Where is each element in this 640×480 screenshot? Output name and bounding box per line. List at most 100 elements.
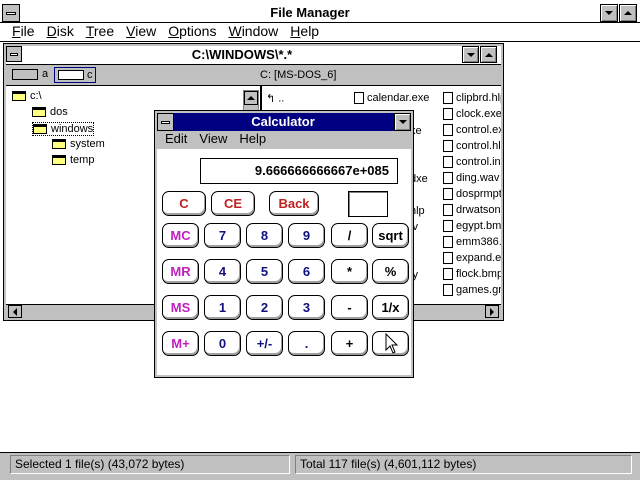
calculator-window: Calculator Edit View Help 9.666666666667…: [154, 110, 414, 378]
menu-tree[interactable]: Tree: [80, 23, 120, 41]
calc-button-ms[interactable]: MS: [162, 295, 199, 320]
calc-button-sign[interactable]: +/-: [246, 331, 283, 356]
menu-view[interactable]: View: [120, 23, 162, 41]
drive-c-selected[interactable]: c: [54, 67, 96, 83]
file-item-parent[interactable]: ↰..: [266, 92, 284, 105]
file-item[interactable]: calendar.exe: [354, 92, 429, 105]
file-item[interactable]: control.ini: [443, 156, 501, 169]
file-icon: [443, 236, 453, 249]
floppy-drive-icon[interactable]: [12, 69, 38, 80]
file-item[interactable]: control.exe: [443, 124, 501, 137]
file-item[interactable]: clipbrd.hlp: [443, 92, 501, 105]
file-icon: [443, 92, 453, 105]
file-icon: [443, 252, 453, 265]
memory-indicator: [348, 191, 388, 217]
calc-button-mr[interactable]: MR: [162, 259, 199, 284]
file-icon: [443, 204, 453, 217]
file-item[interactable]: expand.ex: [443, 252, 501, 265]
folder-icon: [52, 139, 66, 150]
file-icon: [443, 284, 453, 297]
drive-a-label[interactable]: a: [42, 68, 48, 80]
calc-button-add[interactable]: +: [331, 331, 368, 356]
calc-button-sub[interactable]: -: [331, 295, 368, 320]
mouse-cursor-icon: [385, 332, 399, 358]
calc-button-sqrt[interactable]: sqrt: [372, 223, 409, 248]
file-item[interactable]: drwatson.: [443, 204, 501, 217]
file-icon: [354, 92, 364, 105]
child-minimize-button[interactable]: [462, 46, 479, 63]
file-icon: [443, 188, 453, 201]
maximize-button[interactable]: [619, 4, 637, 22]
folder-icon: [12, 91, 26, 102]
tree-item-dos[interactable]: dos: [32, 106, 68, 118]
file-icon: [443, 156, 453, 169]
main-menu-bar: File Disk Tree View Options Window Help: [6, 23, 325, 41]
calc-button-ce[interactable]: CE: [211, 191, 255, 216]
calc-button-n4[interactable]: 4: [204, 259, 241, 284]
calc-button-n0[interactable]: 0: [204, 331, 241, 356]
calculator-minimize-button[interactable]: [394, 113, 411, 131]
calc-button-div[interactable]: /: [331, 223, 368, 248]
calc-button-recip[interactable]: 1/x: [372, 295, 409, 320]
menu-help[interactable]: Help: [284, 23, 325, 41]
drive-c-label: c: [87, 69, 93, 81]
calc-button-mc[interactable]: MC: [162, 223, 199, 248]
calc-button-n1[interactable]: 1: [204, 295, 241, 320]
child-maximize-button[interactable]: [480, 46, 497, 63]
file-icon: [443, 172, 453, 185]
calc-button-dot[interactable]: .: [288, 331, 325, 356]
calc-button-n2[interactable]: 2: [246, 295, 283, 320]
calc-button-back[interactable]: Back: [269, 191, 319, 216]
tree-item-system[interactable]: system: [52, 138, 105, 150]
menu-window[interactable]: Window: [222, 23, 284, 41]
file-item[interactable]: games.grp: [443, 284, 501, 297]
file-item[interactable]: emm386.e: [443, 236, 501, 249]
calc-menu-view[interactable]: View: [195, 131, 231, 149]
calc-button-n3[interactable]: 3: [288, 295, 325, 320]
hard-drive-icon: [58, 70, 84, 80]
calc-button-n9[interactable]: 9: [288, 223, 325, 248]
calc-button-c[interactable]: C: [162, 191, 206, 216]
file-icon: [443, 220, 453, 233]
calc-button-pct[interactable]: %: [372, 259, 409, 284]
file-icon: [443, 268, 453, 281]
file-item[interactable]: flock.bmp: [443, 268, 501, 281]
file-item[interactable]: control.hlp: [443, 140, 501, 153]
calc-button-n5[interactable]: 5: [246, 259, 283, 284]
tree-item-windows[interactable]: windows: [32, 122, 95, 136]
calculator-display: 9.666666666667e+085: [200, 158, 398, 184]
calc-button-n6[interactable]: 6: [288, 259, 325, 284]
folder-icon: [32, 107, 46, 118]
file-icon: [443, 108, 453, 121]
calc-menu-help[interactable]: Help: [231, 131, 274, 149]
child-system-menu[interactable]: [6, 46, 22, 62]
file-item[interactable]: clock.exe: [443, 108, 501, 121]
drive-bar: a c C: [MS-DOS_6]: [6, 64, 501, 86]
scroll-left-arrow-icon[interactable]: [8, 305, 22, 318]
file-item[interactable]: egypt.bmp: [443, 220, 501, 233]
calc-button-mul[interactable]: *: [331, 259, 368, 284]
file-item[interactable]: ding.wav: [443, 172, 499, 185]
calc-button-n7[interactable]: 7: [204, 223, 241, 248]
menu-options[interactable]: Options: [162, 23, 222, 41]
app-title: File Manager: [270, 5, 350, 20]
calculator-menu-bar: Edit View Help: [157, 131, 411, 149]
minimize-button[interactable]: [600, 4, 618, 22]
tree-item-root[interactable]: c:\: [12, 90, 42, 102]
volume-label: C: [MS-DOS_6]: [260, 69, 337, 81]
status-selected: Selected 1 file(s) (43,072 bytes): [10, 455, 290, 474]
open-folder-icon: [33, 124, 47, 135]
file-item[interactable]: dosprmpt.: [443, 188, 501, 201]
calculator-system-menu[interactable]: [157, 113, 174, 131]
child-title: C:\WINDOWS\*.*: [191, 47, 293, 62]
calc-button-n8[interactable]: 8: [246, 223, 283, 248]
system-menu-button[interactable]: [2, 4, 20, 22]
scroll-up-arrow-icon[interactable]: [244, 91, 258, 105]
scroll-right-arrow-icon[interactable]: [485, 305, 499, 318]
calc-menu-edit[interactable]: Edit: [157, 131, 195, 149]
tree-item-temp[interactable]: temp: [52, 154, 94, 166]
menu-disk[interactable]: Disk: [41, 23, 80, 41]
menu-file[interactable]: File: [6, 23, 41, 41]
calc-button-mplus[interactable]: M+: [162, 331, 199, 356]
calculator-title: Calculator: [251, 114, 315, 129]
